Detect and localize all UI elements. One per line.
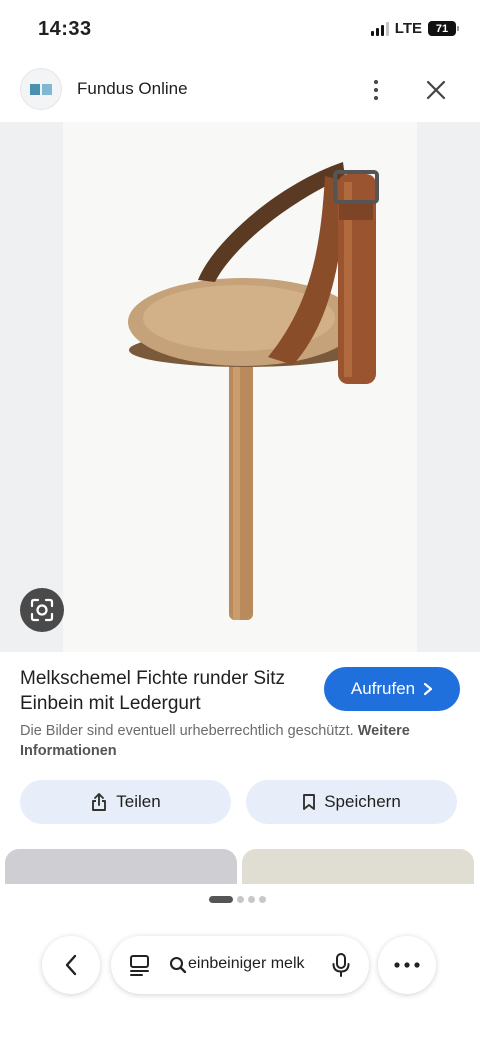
network-type: LTE [394,20,422,37]
related-image-thumbnail[interactable] [242,849,474,885]
copyright-notice: Die Bilder sind eventuell urheberrechtli… [20,721,460,761]
more-horiz-icon [394,962,420,968]
site-logo-icon[interactable] [20,68,62,110]
battery-level: 71 [435,22,449,35]
status-time: 14:33 [38,18,92,40]
lens-icon [30,598,54,622]
share-button[interactable]: Teilen [20,780,231,824]
save-button[interactable]: Speichern [246,780,457,824]
page-dot-active [209,896,233,903]
result-image[interactable] [63,122,417,652]
status-indicators: LTE 71 [370,20,459,37]
stool-photo [128,162,379,620]
search-bar[interactable]: einbeiniger melk [111,936,369,994]
site-name[interactable]: Fundus Online [77,79,188,99]
result-title[interactable]: Melkschemel Fichte runder Sitz Einbein m… [20,666,310,716]
lens-search-icon[interactable] [129,953,151,977]
image-viewer[interactable] [0,122,480,652]
signal-icon [370,21,389,36]
back-button[interactable] [42,936,100,994]
related-image-thumbnail[interactable] [5,849,237,885]
save-label: Speichern [324,792,401,811]
visit-button[interactable]: Aufrufen [324,667,460,711]
close-icon [426,80,446,100]
lens-button[interactable] [20,588,64,632]
back-icon [65,954,77,976]
battery-icon: 71 [428,21,459,36]
more-menu-button[interactable] [378,936,436,994]
mic-icon[interactable] [331,952,351,978]
visit-button-label: Aufrufen [350,679,416,698]
more-vert-icon [374,80,378,84]
chevron-right-icon [424,682,433,696]
status-bar: 14:33 LTE 71 [0,0,480,60]
search-icon [169,956,187,974]
page-dot [259,896,266,903]
copyright-text: Die Bilder sind eventuell urheberrechtli… [20,723,354,739]
share-label: Teilen [116,792,161,811]
search-query[interactable]: einbeiniger melk [188,955,316,973]
share-icon [92,793,107,811]
more-options-button[interactable] [360,72,392,108]
page-dot [248,896,255,903]
bookmark-icon [303,794,316,810]
result-header: Fundus Online [0,62,480,118]
close-button[interactable] [418,72,454,108]
page-dot [237,896,244,903]
page-indicator [209,896,266,903]
